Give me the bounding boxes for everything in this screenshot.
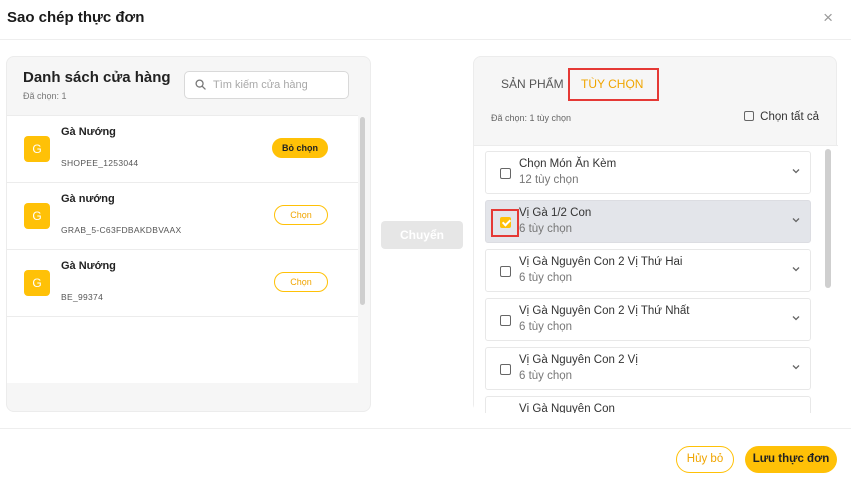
tab-options[interactable]: TÙY CHỌN xyxy=(581,77,643,91)
chevron-down-icon[interactable] xyxy=(791,313,801,323)
store-list-title: Danh sách cửa hàng xyxy=(23,69,171,86)
option-name: Vị Gà 1/2 Con xyxy=(519,207,592,219)
select-all-checkbox[interactable]: Chọn tất cả xyxy=(744,111,819,123)
store-name: Gà Nướng xyxy=(61,260,116,272)
store-list-scrollbar[interactable] xyxy=(360,117,365,305)
option-name: Vị Gà Nguyên Con 2 Vị Thứ Hai xyxy=(519,256,683,268)
chevron-down-icon[interactable] xyxy=(791,411,801,413)
dialog-title: Sao chép thực đơn xyxy=(7,9,145,26)
options-list-scrollbar[interactable] xyxy=(825,149,831,288)
option-row[interactable]: Chọn Món Ăn Kèm 12 tùy chọn xyxy=(485,151,811,194)
store-selected-count: Đã chọn: 1 xyxy=(23,91,67,101)
store-code: SHOPEE_1253044 xyxy=(61,158,139,168)
chevron-down-icon[interactable] xyxy=(791,264,801,274)
option-count: 6 tùy chọn xyxy=(519,321,573,333)
store-search-input[interactable]: Tìm kiếm cửa hàng xyxy=(184,71,349,99)
store-row: G Gà Nướng SHOPEE_1253044 Bỏ chọn xyxy=(7,116,358,183)
option-count: 12 tùy chọn xyxy=(519,174,579,186)
option-row-selected[interactable]: Vị Gà 1/2 Con 6 tùy chọn xyxy=(485,200,811,243)
transfer-button[interactable]: Chuyển xyxy=(381,221,463,249)
tab-products[interactable]: SẢN PHẨM xyxy=(501,77,564,91)
chevron-down-icon[interactable] xyxy=(791,362,801,372)
close-icon[interactable]: × xyxy=(823,9,833,27)
option-checkbox[interactable] xyxy=(500,315,511,326)
option-checkbox[interactable] xyxy=(500,168,511,179)
store-name: Gà nướng xyxy=(61,193,115,205)
option-checkbox[interactable] xyxy=(500,266,511,277)
store-list-panel: Danh sách cửa hàng Đã chọn: 1 Tìm kiếm c… xyxy=(6,56,371,412)
option-name: Vị Gà Nguyên Con 2 Vị xyxy=(519,354,638,366)
store-code: BE_99374 xyxy=(61,292,104,302)
select-store-button[interactable]: Chọn xyxy=(274,272,328,292)
store-row: G Gà Nướng BE_99374 Chọn xyxy=(7,250,358,317)
option-count: 6 tùy chọn xyxy=(519,223,573,235)
option-name: Vị Gà Nguyên Con xyxy=(519,403,615,413)
options-list: Chọn Món Ăn Kèm 12 tùy chọn Vị Gà 1/2 Co… xyxy=(474,145,838,413)
store-code: GRAB_5-C63FDBAKDBVAAX xyxy=(61,225,182,235)
options-panel: SẢN PHẨM TÙY CHỌN Đã chọn: 1 tùy chọn Ch… xyxy=(473,56,838,413)
option-name: Vị Gà Nguyên Con 2 Vị Thứ Nhất xyxy=(519,305,690,317)
store-row: G Gà nướng GRAB_5-C63FDBAKDBVAAX Chọn xyxy=(7,183,358,250)
search-placeholder: Tìm kiếm cửa hàng xyxy=(213,79,308,91)
store-avatar: G xyxy=(24,270,50,296)
chevron-down-icon[interactable] xyxy=(791,166,801,176)
dialog-header: Sao chép thực đơn × xyxy=(0,0,851,40)
copy-menu-dialog: Sao chép thực đơn × Danh sách cửa hàng Đ… xyxy=(0,0,851,485)
store-list: G Gà Nướng SHOPEE_1253044 Bỏ chọn G Gà n… xyxy=(7,115,358,383)
option-row[interactable]: Vị Gà Nguyên Con 2 Vị 6 tùy chọn xyxy=(485,347,811,390)
store-avatar: G xyxy=(24,203,50,229)
deselect-store-button[interactable]: Bỏ chọn xyxy=(272,138,328,158)
search-icon xyxy=(195,79,206,90)
option-count: 6 tùy chọn xyxy=(519,370,573,382)
cancel-button[interactable]: Hủy bỏ xyxy=(676,446,734,473)
option-name: Chọn Món Ăn Kèm xyxy=(519,158,617,170)
select-store-button[interactable]: Chọn xyxy=(274,205,328,225)
checkbox-icon xyxy=(744,111,755,121)
chevron-down-icon[interactable] xyxy=(791,215,801,225)
store-name: Gà Nướng xyxy=(61,126,116,138)
option-row[interactable]: Vị Gà Nguyên Con xyxy=(485,396,811,413)
select-all-label: Chọn tất cả xyxy=(760,111,819,123)
store-avatar: G xyxy=(24,136,50,162)
option-count: 6 tùy chọn xyxy=(519,272,573,284)
option-row[interactable]: Vị Gà Nguyên Con 2 Vị Thứ Nhất 6 tùy chọ… xyxy=(485,298,811,341)
options-selected-count: Đã chọn: 1 tùy chọn xyxy=(491,113,572,123)
option-checkbox-checked[interactable] xyxy=(500,217,511,228)
option-row[interactable]: Vị Gà Nguyên Con 2 Vị Thứ Hai 6 tùy chọn xyxy=(485,249,811,292)
option-checkbox[interactable] xyxy=(500,364,511,375)
save-menu-button[interactable]: Lưu thực đơn xyxy=(745,446,837,473)
